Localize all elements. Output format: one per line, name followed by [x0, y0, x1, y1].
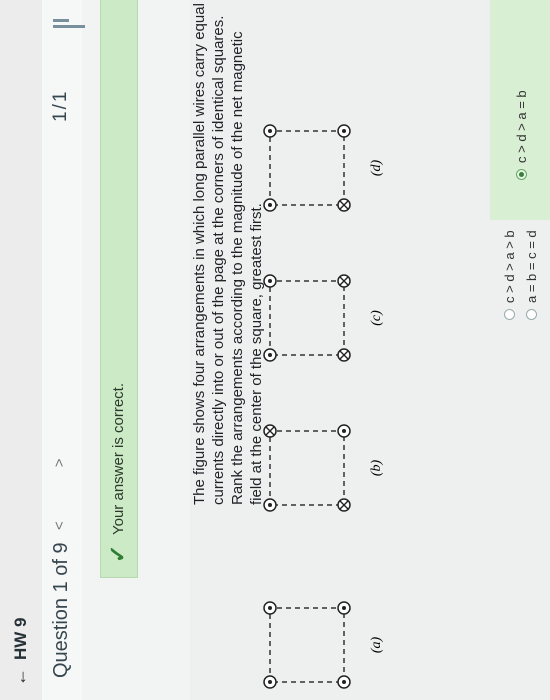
app-screen: ← HW 9 Question 1 of 9 < > 1/1 ✓ Your an…	[0, 0, 550, 700]
menu-icon[interactable]	[53, 14, 85, 28]
back-label: HW 9	[10, 617, 30, 661]
radio-button-selected[interactable]	[516, 169, 527, 180]
square-c	[269, 280, 345, 356]
wire-arrangements-figure: (a) (b) (c) (d)	[263, 124, 384, 689]
label-b: (b)	[369, 460, 384, 477]
square-d	[269, 130, 345, 206]
label-a: (a)	[369, 637, 384, 654]
square-a	[269, 607, 345, 683]
next-question-button[interactable]: >	[51, 458, 68, 467]
answer-label: a = b = c = d	[524, 230, 539, 303]
answer-label: c > d > a > b	[502, 230, 517, 303]
radio-button[interactable]	[526, 309, 537, 320]
question-nav: < >	[51, 458, 68, 530]
label-d: (d)	[369, 160, 384, 177]
arrow-left-icon: ←	[10, 668, 30, 686]
correct-banner: ✓ Your answer is correct.	[100, 0, 138, 578]
question-panel: The figure shows four arrangements in wh…	[190, 0, 550, 700]
answer-option-1[interactable]: c > d > a > b	[502, 230, 517, 320]
prev-question-button[interactable]: <	[51, 521, 68, 530]
radio-button[interactable]	[504, 309, 515, 320]
top-bar: ← HW 9	[0, 0, 43, 700]
feedback-message: Your answer is correct.	[110, 382, 127, 535]
feedback-area: ✓ Your answer is correct.	[82, 0, 190, 700]
arrangement-d: (d)	[263, 124, 384, 212]
check-icon: ✓	[105, 544, 130, 563]
answer-option-3[interactable]: c > d > a = b	[514, 90, 529, 180]
arrangement-b: (b)	[263, 424, 384, 512]
square-b	[269, 430, 345, 506]
back-button[interactable]: ← HW 9	[10, 618, 31, 687]
arrangement-a: (a)	[263, 601, 384, 689]
question-title: Question 1 of 9	[50, 542, 72, 678]
answer-option-2[interactable]: a = b = c = d	[524, 230, 539, 320]
question-bar: Question 1 of 9 < > 1/1	[42, 0, 85, 700]
answer-label: c > d > a = b	[514, 90, 529, 163]
score: 1/1	[50, 89, 71, 122]
answer-options: c > d > a > b a = b = c = d c > d > a = …	[490, 0, 550, 700]
label-c: (c)	[369, 310, 384, 326]
arrangement-c: (c)	[263, 274, 384, 362]
